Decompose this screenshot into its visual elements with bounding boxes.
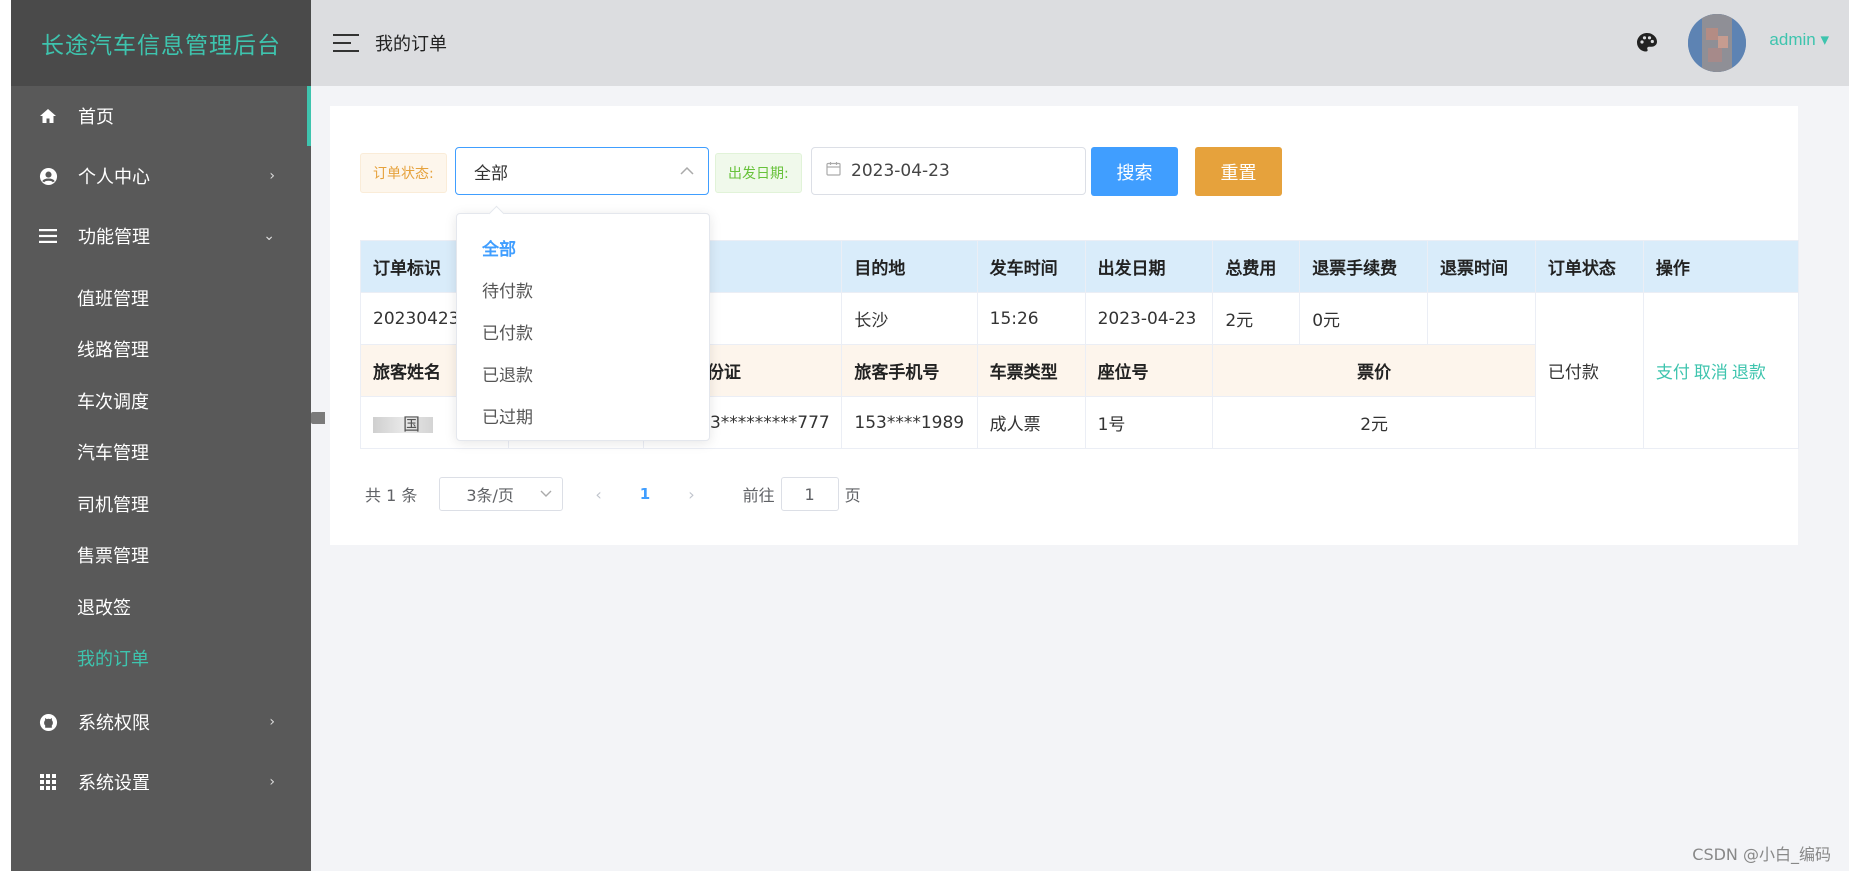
menu-lines-icon: [38, 226, 58, 246]
page-number-current[interactable]: 1: [640, 485, 650, 503]
column-header: 发车时间: [976, 240, 1086, 293]
chevron-right-icon: ›: [269, 714, 275, 730]
submenu-item-buses[interactable]: 汽车管理: [11, 427, 311, 479]
actions-cell: 支付 取消 退款: [1642, 292, 1800, 449]
user-circle-icon: [38, 166, 58, 186]
avatar[interactable]: [1688, 14, 1746, 72]
sidebar-item-functions[interactable]: 功能管理 ⌄: [11, 206, 311, 266]
sub-header: 旅客手机号: [841, 344, 978, 397]
top-header: 我的订单 admin ▾: [311, 0, 1849, 86]
date-filter-label: 出发日期:: [715, 153, 802, 193]
dropdown-option-refunded[interactable]: 已退款: [457, 352, 709, 394]
orders-card: 订单状态: 全部 出发日期: 2023-04-23 搜索 重置 订单标识 始发地…: [330, 106, 1800, 545]
next-page-button[interactable]: ›: [688, 485, 694, 504]
chevron-right-icon: ›: [269, 168, 275, 184]
submenu-item-drivers[interactable]: 司机管理: [11, 478, 311, 530]
sidebar-item-label: 功能管理: [78, 227, 150, 248]
submenu-item-schedule[interactable]: 车次调度: [11, 375, 311, 427]
seat-cell: 1号: [1084, 396, 1214, 449]
column-header: 出发日期: [1084, 240, 1214, 293]
user-name: admin: [1769, 30, 1816, 49]
hamburger-icon[interactable]: [333, 33, 359, 53]
sub-header: 车票类型: [976, 344, 1086, 397]
functions-submenu: 值班管理 线路管理 车次调度 汽车管理 司机管理 售票管理 退改签 我的订单: [11, 266, 311, 692]
chevron-down-icon: [540, 487, 552, 502]
chevron-up-icon: [680, 163, 694, 179]
sidebar-item-label: 首页: [78, 107, 114, 128]
cancel-link[interactable]: 取消: [1694, 363, 1728, 383]
phone-cell: 153****1989: [841, 396, 978, 449]
sidebar-item-label: 系统权限: [78, 713, 150, 734]
app-title: 长途汽车信息管理后台: [11, 0, 311, 86]
column-header: 退票时间: [1426, 240, 1536, 293]
column-header: 总费用: [1212, 240, 1301, 293]
prev-page-button[interactable]: ‹: [595, 485, 601, 504]
page-suffix: 页: [844, 486, 861, 505]
dropdown-option-expired[interactable]: 已过期: [457, 394, 709, 436]
submenu-item-tickets[interactable]: 售票管理: [11, 530, 311, 582]
sidebar-menu-bottom: 系统权限 › 系统设置 ›: [11, 692, 311, 812]
chevron-down-icon: ⌄: [263, 228, 275, 244]
status-filter-label: 订单状态:: [360, 153, 447, 193]
submenu-item-duty[interactable]: 值班管理: [11, 272, 311, 324]
caret-down-icon: ▾: [1820, 30, 1829, 49]
date-input[interactable]: 2023-04-23: [811, 147, 1086, 195]
destination-cell: 长沙: [841, 292, 978, 345]
status-dropdown: 全部 待付款 已付款 已退款 已过期: [456, 213, 710, 441]
grid-icon: [38, 772, 58, 792]
goto-label: 前往: [742, 486, 775, 505]
status-select[interactable]: 全部: [455, 147, 709, 195]
submenu-item-refund[interactable]: 退改签: [11, 581, 311, 633]
depart-time-cell: 15:26: [976, 292, 1086, 345]
sidebar-item-home[interactable]: 首页: [11, 86, 311, 146]
page-title: 我的订单: [375, 34, 447, 55]
user-menu[interactable]: admin ▾: [1769, 30, 1829, 50]
total-fee-cell: 2元: [1212, 292, 1301, 345]
status-select-value: 全部: [474, 163, 508, 184]
page-size-value: 3条/页: [466, 486, 514, 505]
refund-link[interactable]: 退款: [1732, 363, 1766, 383]
sidebar-item-profile[interactable]: 个人中心 ›: [11, 146, 311, 206]
date-input-value: 2023-04-23: [851, 161, 950, 181]
reset-button[interactable]: 重置: [1195, 147, 1282, 196]
github-icon: [38, 712, 58, 732]
search-button[interactable]: 搜索: [1091, 147, 1178, 196]
sub-header: 座位号: [1084, 344, 1214, 397]
sidebar-item-label: 系统设置: [78, 773, 150, 794]
goto-page-input[interactable]: 1: [780, 477, 839, 511]
page-size-select[interactable]: 3条/页: [439, 477, 564, 511]
chevron-right-icon: ›: [269, 774, 275, 790]
window-edge: [0, 0, 11, 871]
palette-icon[interactable]: [1635, 31, 1659, 55]
status-cell: 已付款: [1534, 292, 1644, 449]
pagination-total: 共 1 条: [365, 486, 418, 505]
submenu-item-my-orders[interactable]: 我的订单: [11, 633, 311, 685]
column-header: 操作: [1642, 240, 1800, 293]
price-cell: 2元: [1212, 396, 1536, 449]
sidebar-item-permissions[interactable]: 系统权限 ›: [11, 692, 311, 752]
sidebar: 长途汽车信息管理后台 首页 个人中心 › 功能管理 ⌄ 值班管理 线路管理 车次…: [11, 0, 325, 871]
pagination: 共 1 条 3条/页 ‹ 1 › 前往 1 页: [360, 476, 861, 512]
sidebar-item-label: 个人中心: [78, 167, 150, 188]
depart-date-cell: 2023-04-23: [1084, 292, 1214, 345]
column-header: 订单状态: [1534, 240, 1644, 293]
sidebar-collapse-handle[interactable]: [311, 412, 325, 424]
dropdown-option-pending[interactable]: 待付款: [457, 268, 709, 310]
sidebar-item-settings[interactable]: 系统设置 ›: [11, 752, 311, 812]
column-header: 目的地: [841, 240, 978, 293]
calendar-icon: [826, 161, 841, 181]
column-header: 退票手续费: [1299, 240, 1428, 293]
ticket-type-cell: 成人票: [976, 396, 1086, 449]
submenu-item-routes[interactable]: 线路管理: [11, 324, 311, 376]
sidebar-menu: 首页 个人中心 › 功能管理 ⌄: [11, 86, 311, 266]
dropdown-option-paid[interactable]: 已付款: [457, 310, 709, 352]
passenger-name-text: 国: [403, 415, 420, 435]
refund-fee-cell: 0元: [1299, 292, 1428, 345]
watermark: CSDN @小白_编码: [1692, 845, 1831, 864]
pay-link[interactable]: 支付: [1656, 363, 1690, 383]
home-icon: [38, 106, 58, 126]
refund-time-cell: [1426, 292, 1536, 345]
dropdown-option-all[interactable]: 全部: [457, 226, 709, 268]
sub-header: 票价: [1212, 344, 1536, 397]
